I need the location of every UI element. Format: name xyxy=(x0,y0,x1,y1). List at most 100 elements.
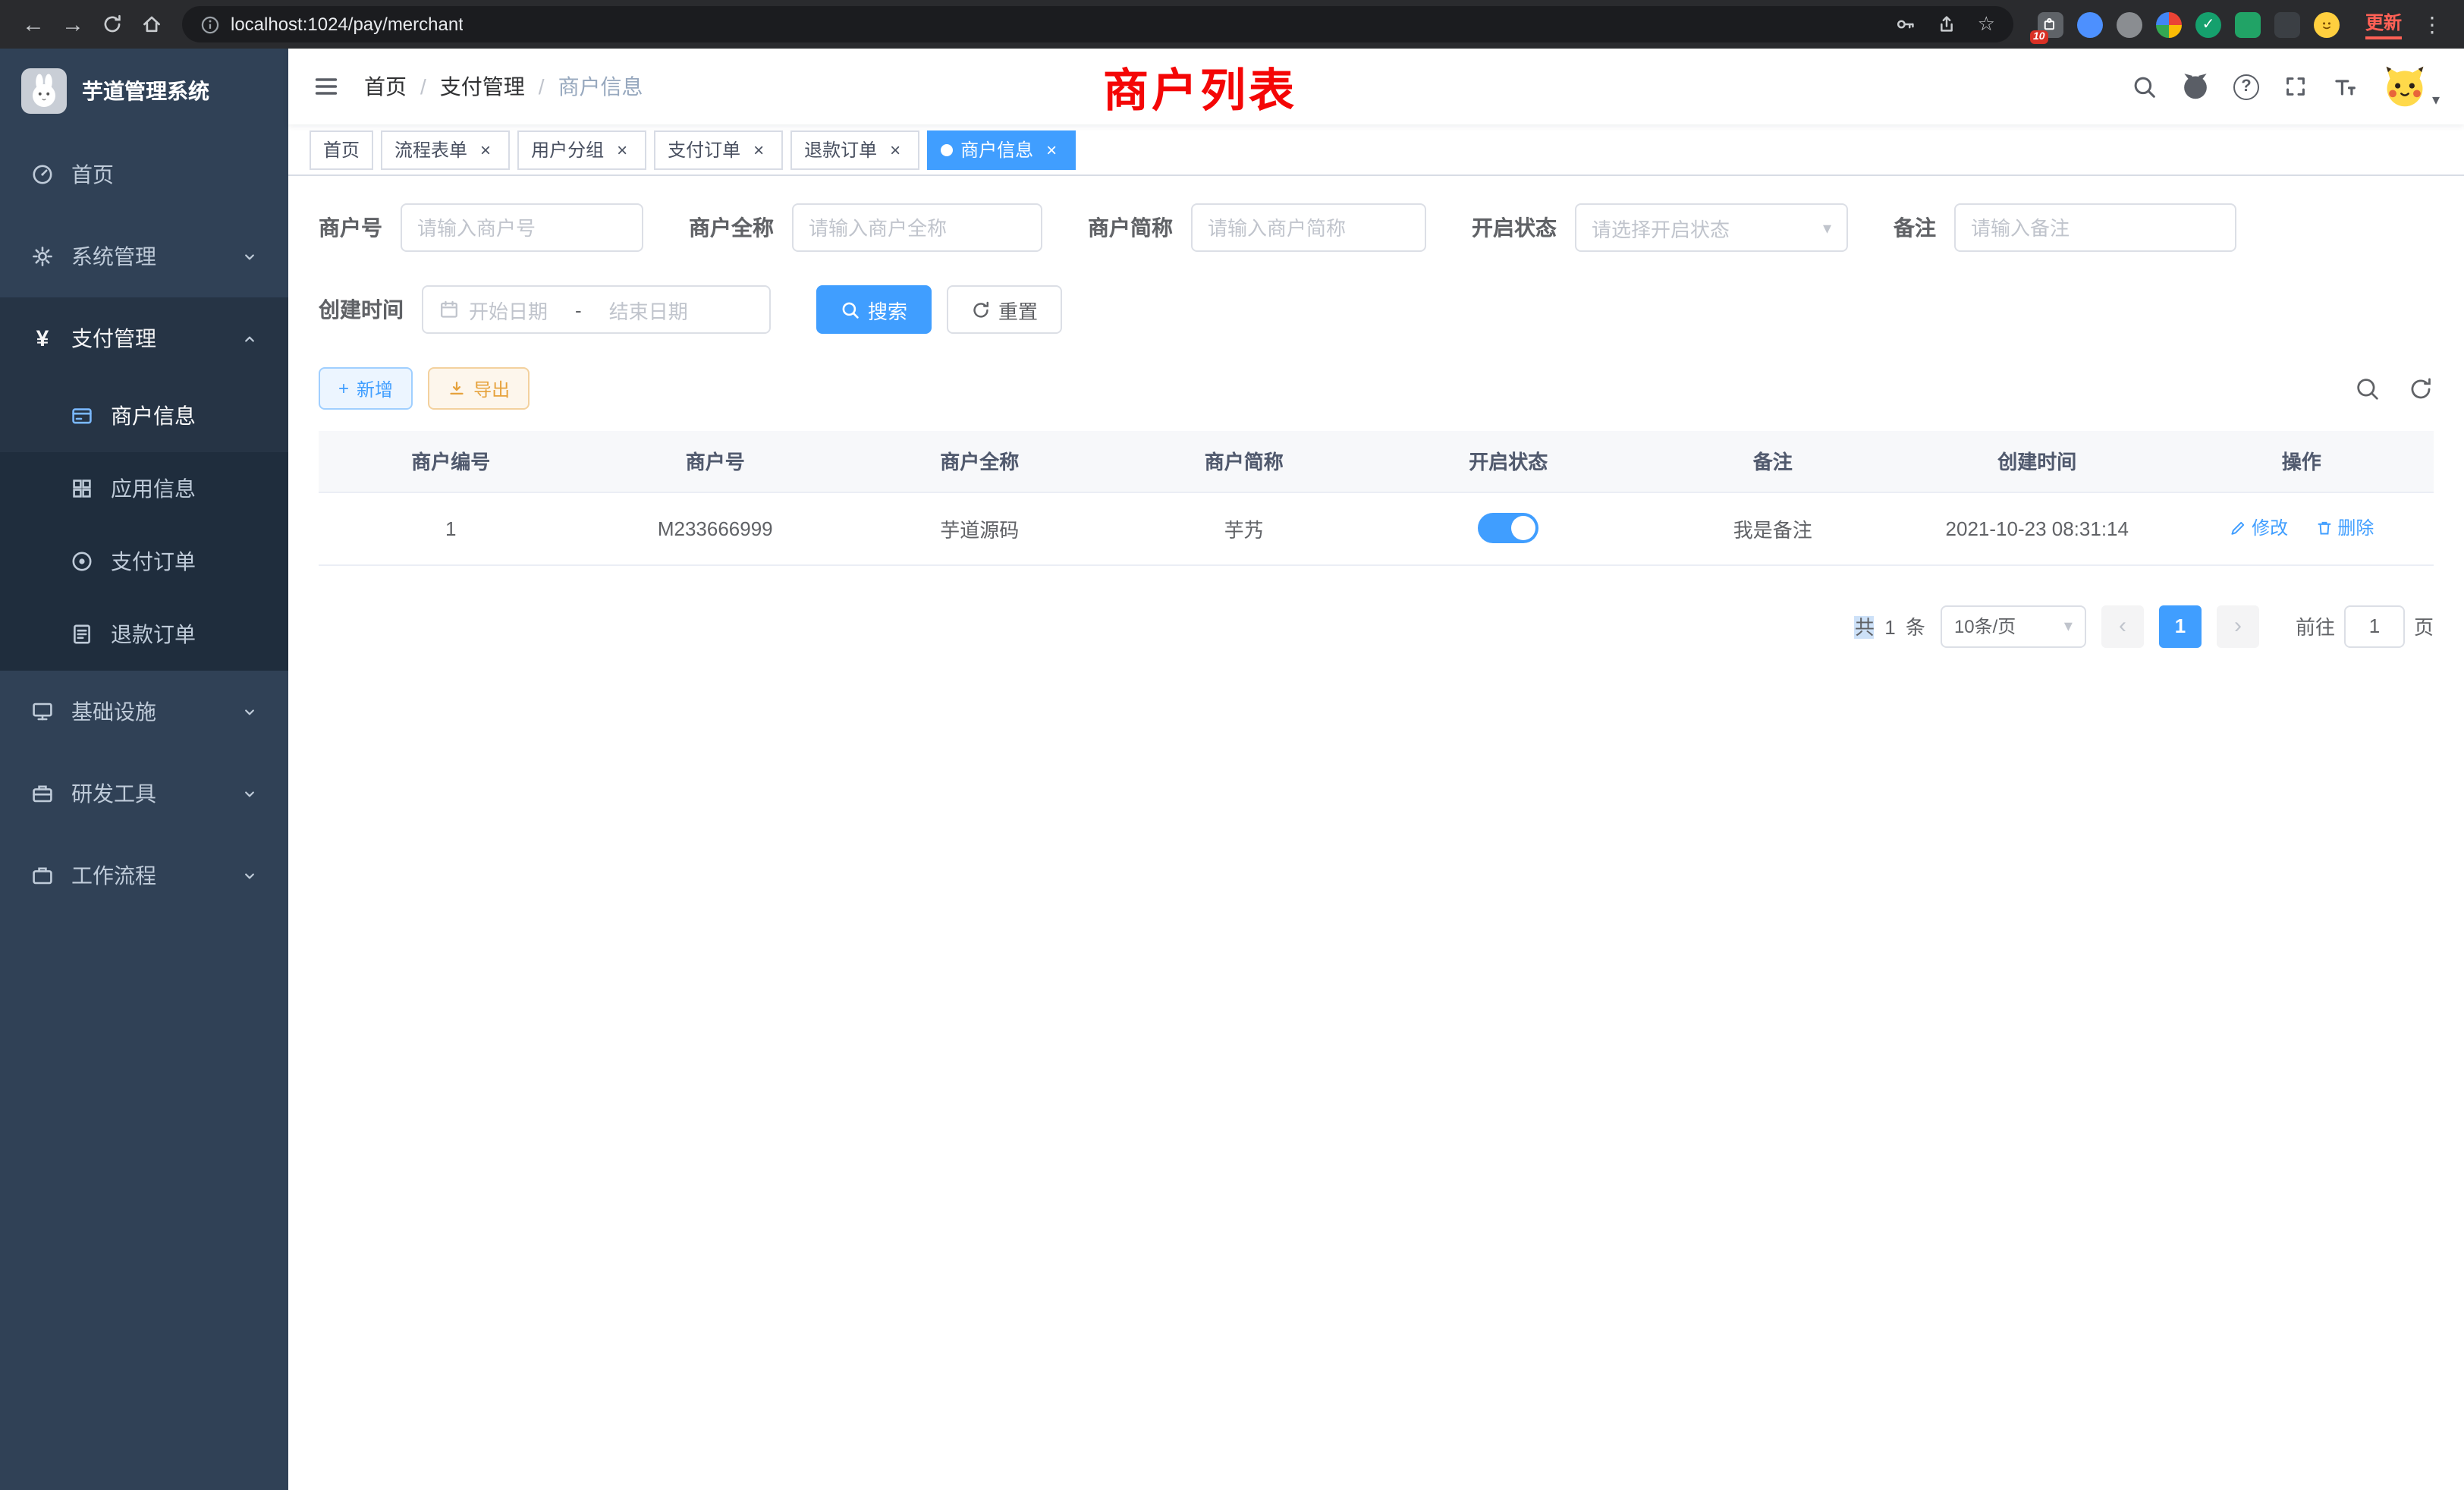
calendar-icon xyxy=(438,299,460,320)
sidebar-item-infrastructure[interactable]: 基础设施 xyxy=(0,671,288,753)
sidebar-logo[interactable]: 芋道管理系统 xyxy=(0,49,288,134)
status-select[interactable]: 请选择开启状态 ▾ xyxy=(1575,203,1848,252)
sidebar-item-label: 支付管理 xyxy=(71,323,156,354)
prev-page-button[interactable]: ‹ xyxy=(2101,605,2144,647)
status-placeholder: 请选择开启状态 xyxy=(1592,213,1730,242)
ext-blue-icon[interactable] xyxy=(2077,11,2103,37)
goto-page-input[interactable] xyxy=(2344,605,2405,647)
close-icon[interactable]: × xyxy=(611,139,633,160)
sidebar-subitem-refund-order[interactable]: 退款订单 xyxy=(0,598,288,671)
status-toggle[interactable] xyxy=(1478,513,1538,543)
merchant-name-input[interactable] xyxy=(792,203,1042,252)
ext-gray-icon[interactable] xyxy=(2117,11,2142,37)
page-content: 商户号 商户全称 商户简称 xyxy=(288,176,2464,1490)
help-icon[interactable]: ? xyxy=(2233,74,2259,99)
ext-profile-emoji-icon[interactable] xyxy=(2314,11,2340,37)
close-icon[interactable]: × xyxy=(475,139,496,160)
remark-input[interactable] xyxy=(1954,203,2236,252)
address-bar[interactable]: localhost:1024/pay/merchant ☆ xyxy=(182,6,2013,42)
tab-user-group[interactable]: 用户分组 × xyxy=(517,130,646,169)
cell-status xyxy=(1376,492,1641,564)
short-name-input[interactable] xyxy=(1191,203,1426,252)
extension-badge: 10 xyxy=(2030,30,2048,43)
filter-label: 商户简称 xyxy=(1088,212,1173,243)
end-date-placeholder[interactable]: 结束日期 xyxy=(609,295,688,324)
bookmark-star-icon[interactable]: ☆ xyxy=(1978,12,1995,36)
hamburger-icon[interactable] xyxy=(313,73,340,100)
sidebar-item-home[interactable]: 首页 xyxy=(0,134,288,215)
forward-icon[interactable]: → xyxy=(55,6,91,42)
fullscreen-icon[interactable] xyxy=(2283,74,2308,99)
filter-label: 创建时间 xyxy=(319,294,404,325)
sidebar-item-system[interactable]: 系统管理 xyxy=(0,215,288,297)
date-range-picker[interactable]: 开始日期 - 结束日期 xyxy=(422,285,771,334)
merchant-no-input[interactable] xyxy=(401,203,643,252)
sidebar-subitem-merchant-info[interactable]: 商户信息 xyxy=(0,379,288,452)
search-button[interactable]: 搜索 xyxy=(816,285,932,334)
chevron-down-icon: ▾ xyxy=(2064,616,2073,636)
short-name-field[interactable] xyxy=(1208,216,1410,239)
tab-merchant-info[interactable]: 商户信息 × xyxy=(927,130,1076,169)
next-page-button[interactable]: › xyxy=(2217,605,2259,647)
ext-green-check-icon[interactable]: ✓ xyxy=(2195,11,2221,37)
font-size-icon[interactable] xyxy=(2332,74,2358,99)
cell-full-name: 芋道源码 xyxy=(847,492,1112,564)
merchant-no-field[interactable] xyxy=(417,216,627,239)
tab-refund-order[interactable]: 退款订单 × xyxy=(790,130,919,169)
share-icon[interactable] xyxy=(1937,14,1958,35)
sidebar-subitem-pay-order[interactable]: 支付订单 xyxy=(0,525,288,598)
github-icon[interactable] xyxy=(2182,73,2209,100)
back-icon[interactable]: ← xyxy=(15,6,52,42)
start-date-placeholder[interactable]: 开始日期 xyxy=(469,295,548,324)
tab-pay-order[interactable]: 支付订单 × xyxy=(654,130,783,169)
ext-pin-icon[interactable] xyxy=(2274,11,2300,37)
sidebar-item-label: 首页 xyxy=(71,159,114,190)
ext-green-square-icon[interactable] xyxy=(2235,11,2261,37)
page-1-button[interactable]: 1 xyxy=(2159,605,2202,647)
page-size-select[interactable]: 10条/页 ▾ xyxy=(1941,605,2086,647)
edit-link[interactable]: 修改 xyxy=(2229,515,2288,541)
reset-button[interactable]: 重置 xyxy=(947,285,1062,334)
password-key-icon[interactable] xyxy=(1896,14,1917,35)
sidebar-item-dev-tools[interactable]: 研发工具 xyxy=(0,753,288,835)
search-icon[interactable] xyxy=(2132,74,2158,99)
filter-create-time: 创建时间 开始日期 - 结束日期 xyxy=(319,285,771,334)
breadcrumb-home[interactable]: 首页 xyxy=(364,71,407,102)
filter-merchant-no: 商户号 xyxy=(319,203,643,252)
tags-view: 首页 流程表单 × 用户分组 × 支付订单 × 退款订单 × xyxy=(288,124,2464,176)
close-icon[interactable]: × xyxy=(885,139,906,160)
sidebar-item-payment[interactable]: ¥ 支付管理 xyxy=(0,297,288,379)
refresh-table-icon[interactable] xyxy=(2408,376,2434,401)
merchant-name-field[interactable] xyxy=(809,216,1026,239)
extensions-puzzle-icon[interactable]: 10 xyxy=(2038,11,2063,37)
breadcrumb-payment[interactable]: 支付管理 xyxy=(440,71,525,102)
sidebar-item-label: 工作流程 xyxy=(71,860,156,891)
close-icon[interactable]: × xyxy=(1041,139,1062,160)
export-button[interactable]: 导出 xyxy=(428,367,530,410)
total-suffix: 条 xyxy=(1906,616,1925,639)
filter-label: 商户号 xyxy=(319,212,382,243)
browser-menu-icon[interactable]: ⋮ xyxy=(2415,11,2449,37)
sidebar-subitem-app-info[interactable]: 应用信息 xyxy=(0,452,288,525)
user-avatar[interactable]: ▾ xyxy=(2382,64,2440,109)
close-icon[interactable]: × xyxy=(748,139,769,160)
remark-field[interactable] xyxy=(1971,216,2220,239)
site-info-icon[interactable] xyxy=(200,14,220,34)
chevron-down-icon xyxy=(241,785,258,802)
home-icon[interactable] xyxy=(134,6,170,42)
table-toolbar: + 新增 导出 xyxy=(319,367,2434,410)
toggle-search-icon[interactable] xyxy=(2355,376,2381,401)
sidebar-item-workflow[interactable]: 工作流程 xyxy=(0,835,288,916)
reload-icon[interactable] xyxy=(94,6,130,42)
url-text[interactable]: localhost:1024/pay/merchant xyxy=(231,14,464,35)
filter-merchant-name: 商户全称 xyxy=(689,203,1042,252)
add-button[interactable]: + 新增 xyxy=(319,367,413,410)
col-merchant-id: 商户编号 xyxy=(319,431,583,492)
tab-home[interactable]: 首页 xyxy=(310,130,373,169)
update-button[interactable]: 更新 xyxy=(2365,9,2402,39)
delete-link[interactable]: 删除 xyxy=(2315,515,2374,541)
ext-multicolor-icon[interactable] xyxy=(2156,11,2182,37)
tab-process-form[interactable]: 流程表单 × xyxy=(381,130,510,169)
filter-short-name: 商户简称 xyxy=(1088,203,1426,252)
tab-label: 首页 xyxy=(323,137,360,162)
